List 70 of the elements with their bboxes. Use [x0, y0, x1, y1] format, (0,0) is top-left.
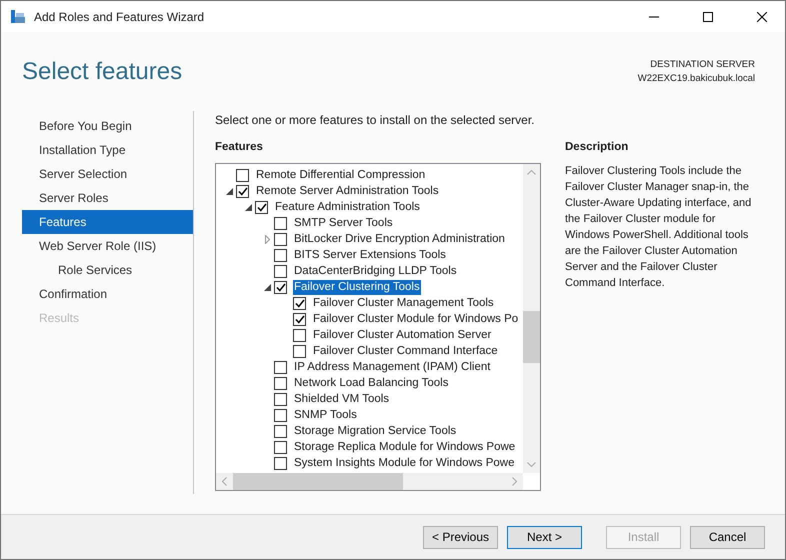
checkbox[interactable]: [293, 312, 306, 326]
nav-item[interactable]: Installation Type: [22, 138, 193, 162]
description-heading: Description: [565, 141, 630, 155]
wizard-button[interactable]: Next >: [507, 526, 582, 548]
wizard-button[interactable]: < Previous: [423, 526, 498, 548]
feature-label[interactable]: DataCenterBridging LLDP Tools: [293, 264, 458, 278]
feature-label[interactable]: Failover Cluster Command Interface: [312, 344, 499, 358]
feature-label[interactable]: Failover Clustering Tools: [293, 280, 421, 294]
scroll-thumb[interactable]: [523, 311, 540, 363]
nav-item[interactable]: Server Roles: [22, 186, 193, 210]
nav-item[interactable]: Features: [22, 210, 193, 234]
description-text: Failover Clustering Tools include the Failover Cluster Manager snap-in, the Cluster-Aware Updating interface, and the Failover Cluster module for Windows PowerShell. Additional tools are the Failover Cluster Automation Server and the Failover Cluster Command Interface.: [565, 164, 752, 291]
vertical-scrollbar[interactable]: [523, 164, 540, 473]
checkbox[interactable]: [274, 264, 287, 278]
nav-item: Results: [38, 310, 80, 327]
feature-label[interactable]: Feature Administration Tools: [274, 200, 421, 214]
feature-label[interactable]: Storage Migration Service Tools: [293, 424, 458, 438]
page-title: Select features: [22, 58, 182, 87]
checkbox[interactable]: [274, 248, 287, 262]
nav-item[interactable]: Web Server Role (IIS): [22, 234, 193, 258]
checkbox[interactable]: [293, 344, 306, 358]
feature-label[interactable]: IP Address Management (IPAM) Client: [293, 360, 492, 374]
checkbox[interactable]: [274, 376, 287, 390]
app-icon: [10, 8, 26, 24]
feature-label[interactable]: Failover Cluster Automation Server: [312, 328, 492, 342]
checkbox[interactable]: [274, 392, 287, 406]
checkbox[interactable]: [274, 456, 287, 470]
feature-label[interactable]: System Insights Module for Windows Powe: [293, 456, 516, 470]
checkbox[interactable]: [236, 168, 249, 182]
nav-item[interactable]: Before You Begin: [22, 114, 193, 138]
expand-arrow-icon[interactable]: [264, 234, 270, 244]
feature-label[interactable]: Network Load Balancing Tools: [293, 376, 450, 390]
nav-item[interactable]: Role Services: [22, 258, 193, 282]
feature-label[interactable]: Shielded VM Tools: [293, 392, 390, 406]
checkbox[interactable]: [274, 408, 287, 422]
feature-label[interactable]: Remote Differential Compression: [255, 168, 426, 182]
scroll-thumb[interactable]: [233, 473, 403, 490]
feature-label[interactable]: BITS Server Extensions Tools: [293, 248, 447, 262]
feature-label[interactable]: Failover Cluster Management Tools: [312, 296, 495, 310]
checkbox[interactable]: [274, 232, 287, 246]
wizard-button[interactable]: Cancel: [690, 526, 765, 548]
feature-label[interactable]: Remote Server Administration Tools: [255, 184, 440, 198]
destination-label: DESTINATION SERVER: [650, 58, 755, 72]
horizontal-scrollbar[interactable]: [216, 473, 523, 490]
collapse-arrow-icon[interactable]: [244, 204, 252, 210]
feature-label[interactable]: Storage Replica Module for Windows Powe: [293, 440, 516, 454]
features-heading: Features: [215, 141, 264, 155]
collapse-arrow-icon[interactable]: [264, 284, 270, 290]
checkbox[interactable]: [293, 296, 306, 310]
window-title: Add Roles and Features Wizard: [34, 10, 206, 24]
nav-item[interactable]: Server Selection: [22, 162, 193, 186]
checkbox[interactable]: [293, 328, 306, 342]
close-icon[interactable]: [757, 12, 767, 22]
feature-label[interactable]: SNMP Tools: [293, 408, 358, 422]
instruction-text: Select one or more features to install on the selected server.: [215, 113, 536, 129]
checkbox[interactable]: [274, 440, 287, 454]
collapse-arrow-icon[interactable]: [226, 188, 232, 194]
feature-label[interactable]: BitLocker Drive Encryption Administration: [293, 232, 506, 246]
feature-tree[interactable]: [215, 163, 541, 491]
nav-item[interactable]: Confirmation: [22, 282, 193, 306]
feature-label[interactable]: SMTP Server Tools: [293, 216, 394, 230]
server-name: W22EXC19.bakicubuk.local: [638, 72, 755, 86]
checkbox[interactable]: [274, 360, 287, 374]
checkbox[interactable]: [274, 280, 287, 294]
checkbox[interactable]: [255, 200, 268, 214]
checkbox[interactable]: [274, 424, 287, 438]
checkbox[interactable]: [274, 216, 287, 230]
checkbox[interactable]: [236, 184, 249, 198]
feature-label[interactable]: Failover Cluster Module for Windows Po: [312, 312, 520, 326]
maximize-icon[interactable]: [703, 12, 713, 22]
